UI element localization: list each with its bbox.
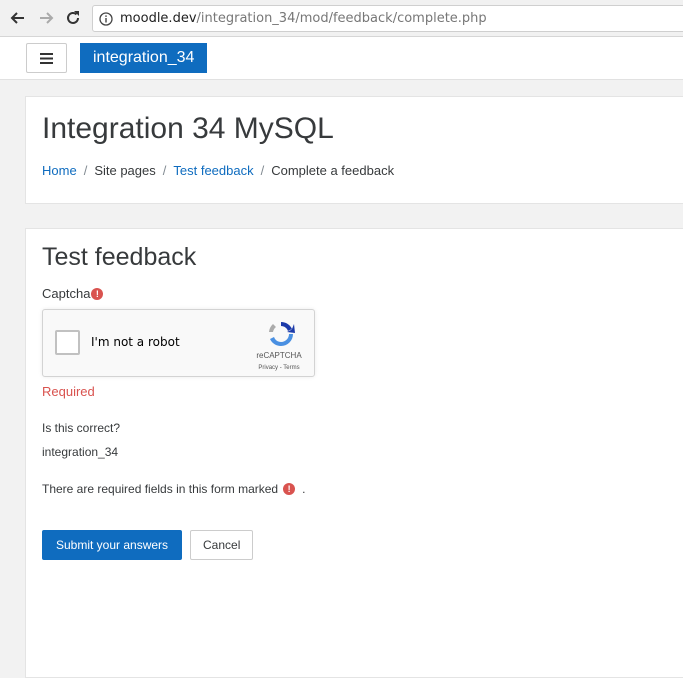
feedback-form-region: Test feedback Captcha ! I'm not a robot … bbox=[25, 228, 683, 678]
recaptcha-brand: reCAPTCHA bbox=[256, 351, 302, 360]
breadcrumb-home-link[interactable]: Home bbox=[42, 163, 77, 178]
recaptcha-logo-icon bbox=[269, 321, 295, 347]
breadcrumb-current: Complete a feedback bbox=[271, 163, 395, 178]
recaptcha-terms-link[interactable]: Privacy - Terms bbox=[243, 365, 315, 371]
required-icon: ! bbox=[283, 483, 296, 495]
browser-toolbar: moodle.dev/integration_34/mod/feedback/c… bbox=[0, 0, 683, 37]
page-title: Integration 34 MySQL bbox=[42, 112, 334, 145]
answer-value: integration_34 bbox=[42, 445, 119, 459]
question-label: Is this correct? bbox=[42, 421, 121, 435]
submit-answers-button[interactable]: Submit your answers bbox=[42, 530, 183, 560]
required-fields-note: There are required fields in this form m… bbox=[42, 482, 305, 496]
recaptcha-checkbox-label: I'm not a robot bbox=[91, 335, 180, 349]
activity-title: Test feedback bbox=[42, 243, 197, 271]
required-note-end: . bbox=[302, 482, 306, 496]
breadcrumb-test-feedback-link[interactable]: Test feedback bbox=[173, 163, 253, 178]
captcha-error: Required bbox=[42, 384, 95, 399]
required-icon: ! bbox=[91, 287, 104, 300]
url-host: moodle.dev bbox=[120, 11, 197, 26]
info-icon[interactable] bbox=[99, 11, 115, 27]
reload-icon[interactable] bbox=[63, 8, 83, 28]
breadcrumb-separator: / bbox=[260, 163, 265, 178]
captcha-label: Captcha ! bbox=[42, 286, 104, 301]
breadcrumb-site-pages: Site pages bbox=[94, 163, 156, 178]
nav-drawer-toggle-button[interactable] bbox=[26, 43, 67, 73]
arrow-left-icon[interactable] bbox=[8, 8, 28, 28]
recaptcha-widget: I'm not a robot reCAPTCHA Privacy - Term… bbox=[42, 309, 315, 377]
breadcrumb: Home / Site pages / Test feedback / Comp… bbox=[42, 163, 394, 178]
required-note-text: There are required fields in this form m… bbox=[42, 482, 279, 496]
breadcrumb-separator: / bbox=[83, 163, 88, 178]
hamburger-icon bbox=[40, 52, 53, 64]
cancel-button[interactable]: Cancel bbox=[190, 530, 254, 560]
page-header: Integration 34 MySQL Home / Site pages /… bbox=[25, 96, 683, 204]
url-path: /integration_34/mod/feedback/complete.ph… bbox=[196, 11, 487, 26]
arrow-right-icon[interactable] bbox=[36, 8, 56, 28]
site-brand-link[interactable]: integration_34 bbox=[80, 43, 208, 73]
breadcrumb-separator: / bbox=[162, 163, 167, 178]
navbar: integration_34 bbox=[0, 37, 683, 80]
recaptcha-checkbox[interactable] bbox=[55, 330, 80, 355]
url-bar[interactable]: moodle.dev/integration_34/mod/feedback/c… bbox=[92, 5, 683, 32]
captcha-label-text: Captcha bbox=[42, 286, 91, 301]
